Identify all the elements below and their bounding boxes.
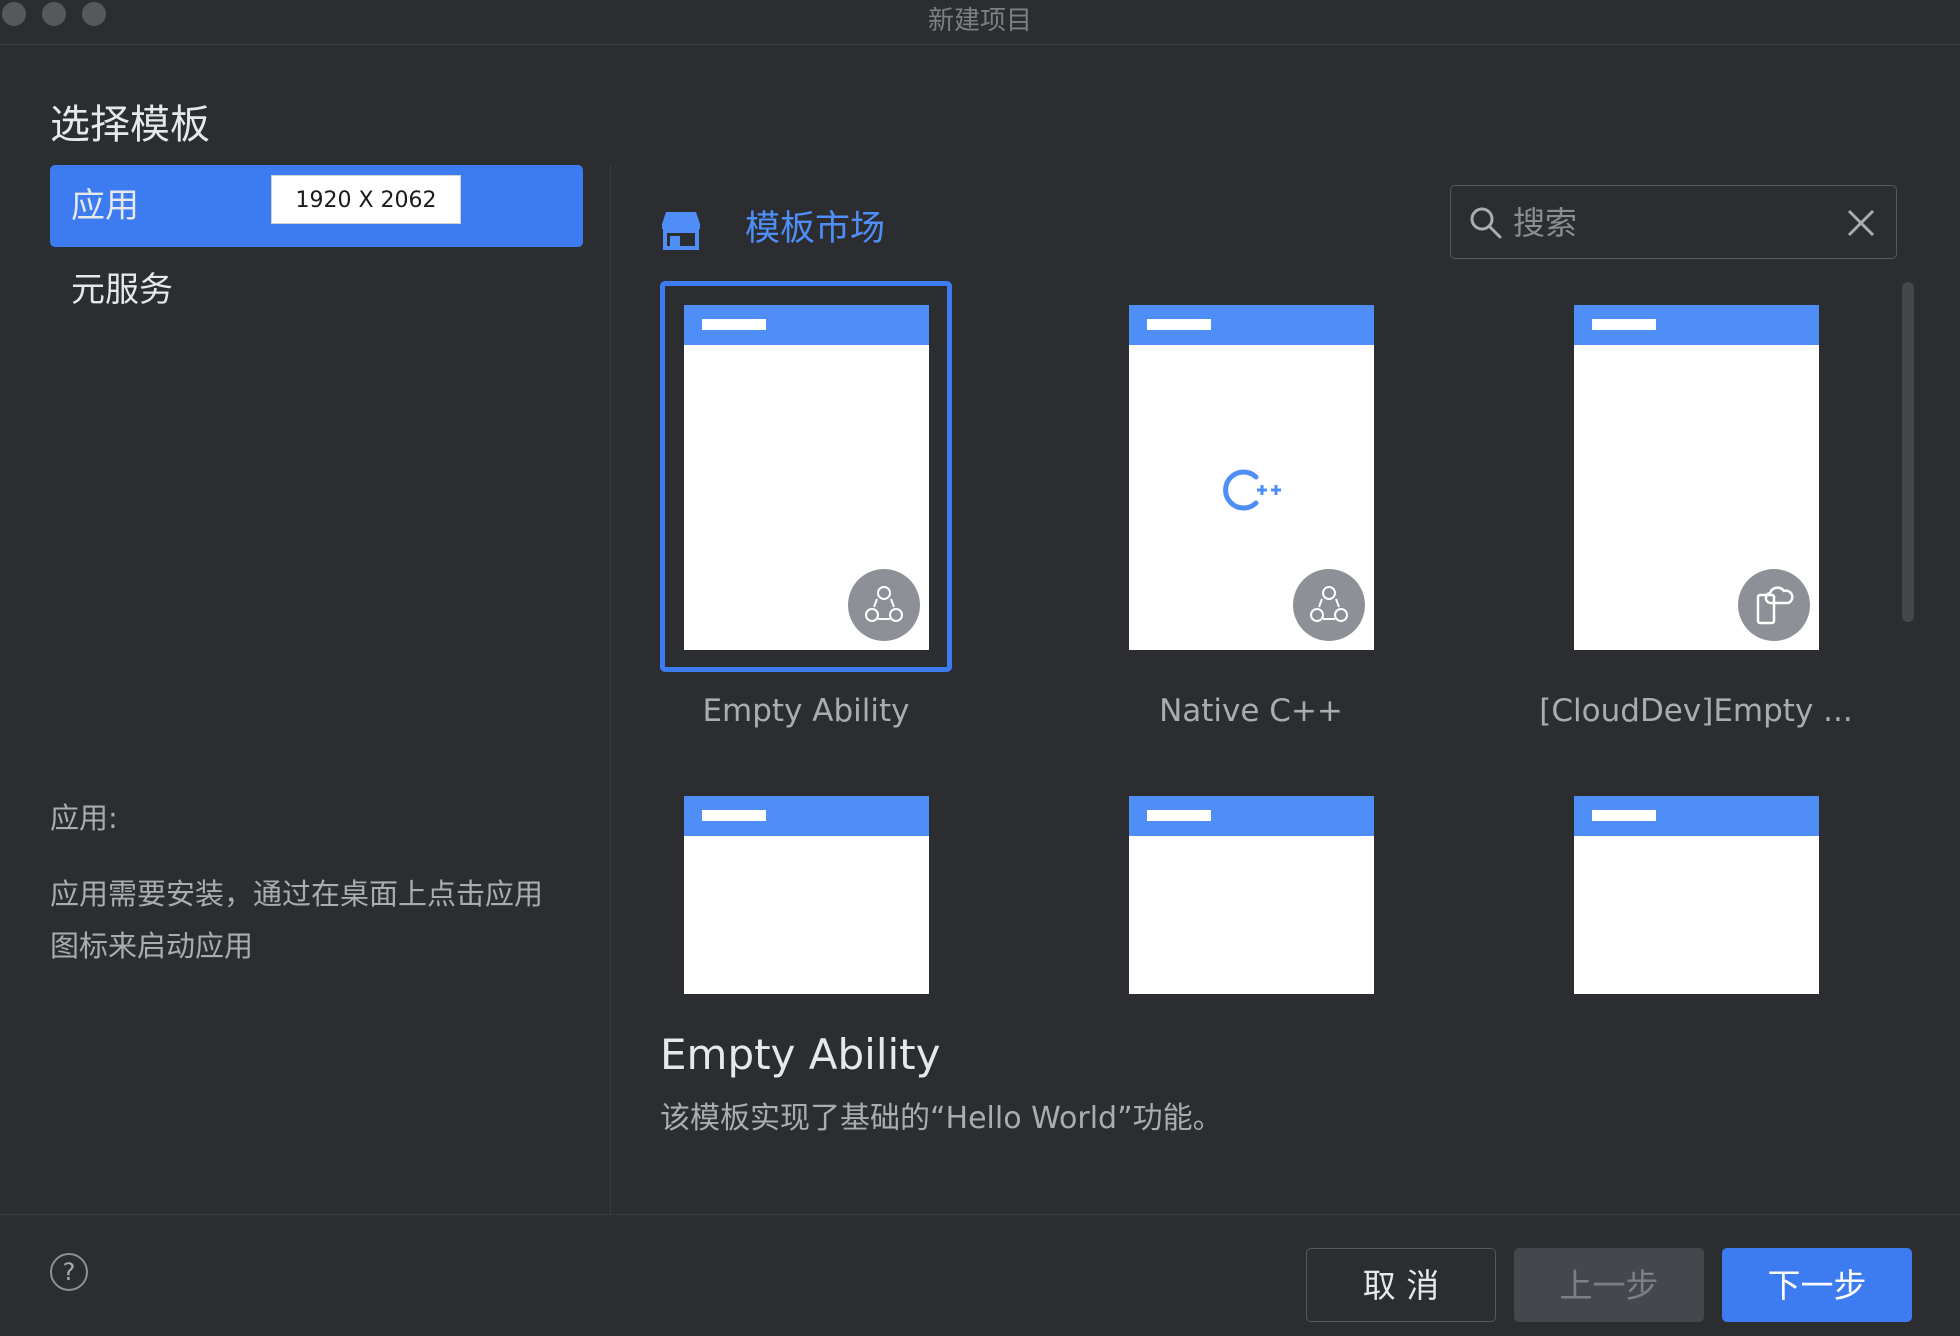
clear-search-icon[interactable] [1846, 208, 1876, 238]
category-label: 应用 [71, 186, 139, 226]
template-card-native-cpp[interactable] [1129, 305, 1374, 650]
cloud-phone-icon [1756, 586, 1794, 625]
ability-badge [1293, 569, 1365, 641]
cpp-icon [1223, 469, 1281, 511]
category-description-title: 应用: [50, 801, 118, 835]
page-title: 选择模板 [50, 102, 210, 148]
title-bar: 新建项目 [0, 0, 1960, 45]
template-label: Empty Ability [702, 693, 910, 729]
help-icon[interactable]: ? [50, 1253, 88, 1291]
template-label: Native C++ [1159, 693, 1343, 729]
category-label: 元服务 [71, 270, 173, 310]
cloud-badge [1738, 569, 1810, 641]
ability-icon [1310, 586, 1348, 622]
ability-badge [848, 569, 920, 641]
template-card-empty-ability[interactable] [684, 305, 929, 650]
store-icon [662, 212, 700, 250]
template-market-link[interactable]: 模板市场 [745, 200, 885, 251]
template-card[interactable] [1574, 796, 1819, 994]
template-detail-description: 该模板实现了基础的“Hello World”功能。 [660, 1101, 1223, 1136]
template-card[interactable] [1129, 796, 1374, 994]
previous-button[interactable]: 上一步 [1514, 1248, 1704, 1322]
search-input[interactable] [1511, 198, 1835, 248]
search-icon [1470, 207, 1502, 239]
search-box [1450, 185, 1897, 259]
template-scrollbar[interactable] [1902, 282, 1914, 622]
ability-icon [865, 586, 903, 622]
panel-divider [610, 165, 611, 1215]
category-description-body: 应用需要安装，通过在桌面上点击应用图标来启动应用 [50, 877, 544, 963]
template-label: [CloudDev]Empty ... [1539, 693, 1853, 729]
category-item-atomic-service[interactable]: 元服务 [50, 249, 583, 331]
size-tooltip: 1920 X 2062 [271, 175, 461, 224]
next-button[interactable]: 下一步 [1722, 1248, 1912, 1322]
template-card[interactable] [684, 796, 929, 994]
template-card-clouddev-empty[interactable] [1574, 305, 1819, 650]
window-title: 新建项目 [927, 6, 1032, 36]
cancel-button[interactable]: 取 消 [1306, 1248, 1496, 1322]
footer-divider [0, 1214, 1960, 1215]
template-detail-title: Empty Ability [660, 1030, 941, 1079]
